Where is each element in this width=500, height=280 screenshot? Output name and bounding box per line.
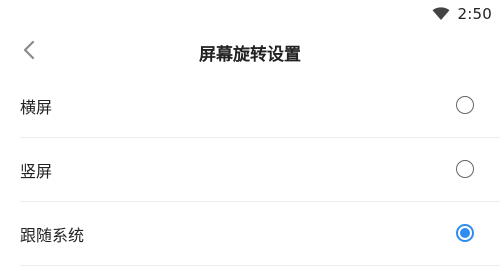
option-portrait[interactable]: 竖屏 — [0, 138, 500, 202]
radio-button[interactable] — [456, 96, 474, 114]
option-label: 竖屏 — [20, 162, 53, 181]
header: 屏幕旋转设置 — [0, 30, 500, 74]
status-time: 2:50 — [457, 5, 492, 23]
radio-dot — [460, 228, 470, 238]
option-landscape[interactable]: 横屏 — [0, 74, 500, 138]
option-label: 横屏 — [20, 98, 53, 117]
status-right: 2:50 — [432, 4, 492, 24]
option-label: 跟随系统 — [20, 226, 85, 245]
radio-button-selected[interactable] — [456, 224, 474, 242]
rotation-options-list: 横屏 竖屏 跟随系统 — [0, 74, 500, 266]
wifi-icon — [432, 7, 450, 21]
radio-button[interactable] — [456, 160, 474, 178]
divider — [20, 265, 500, 266]
page-title: 屏幕旋转设置 — [199, 45, 301, 65]
status-bar: 2:50 — [0, 0, 500, 30]
option-follow-system[interactable]: 跟随系统 — [0, 202, 500, 266]
